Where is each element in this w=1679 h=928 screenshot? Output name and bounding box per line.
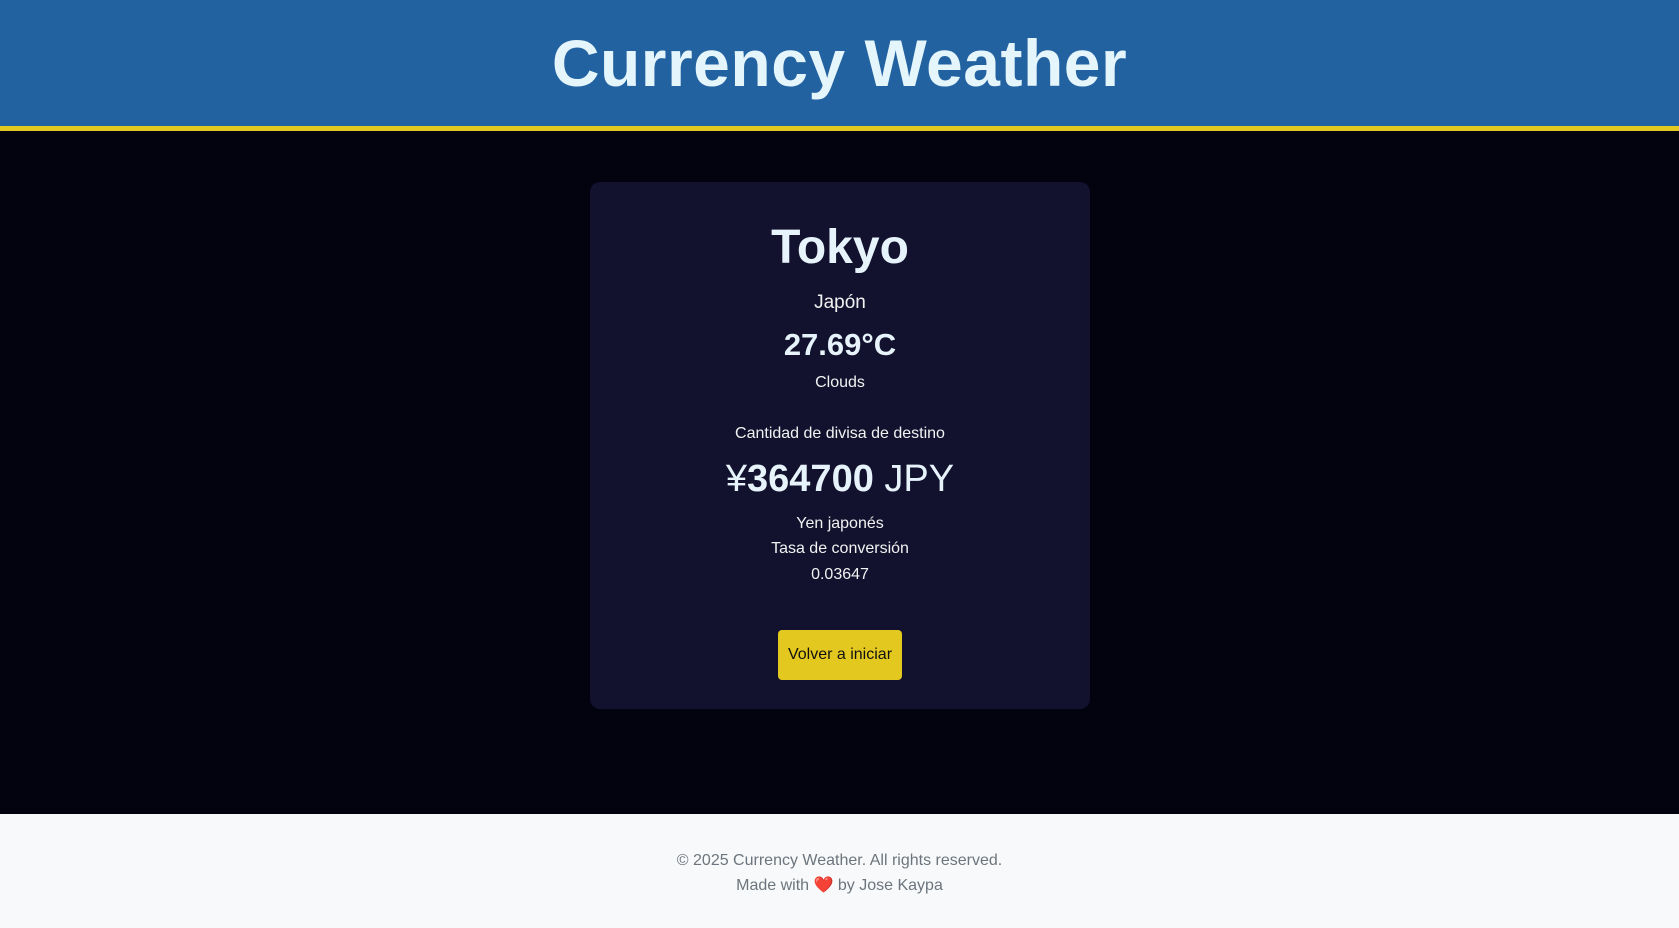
temperature: 27.69°C	[783, 327, 897, 362]
conversion-rate-value: 0.03647	[811, 566, 869, 583]
heart-icon: ❤️	[813, 877, 834, 894]
conversion-rate-label: Tasa de conversión	[771, 540, 909, 557]
city-name: Tokyo	[771, 221, 909, 274]
amount-value: 364700	[747, 458, 874, 500]
country-name: Japón	[814, 292, 866, 313]
site-header: Currency Weather	[0, 0, 1679, 131]
made-with-prefix: Made with	[736, 877, 810, 894]
main-content: Tokyo Japón 27.69°C Clouds Cantidad de d…	[0, 131, 1679, 814]
site-title: Currency Weather	[551, 26, 1128, 100]
restart-button[interactable]: Volver a iniciar	[778, 630, 902, 680]
converted-amount: ¥364700 JPY	[590, 458, 1090, 501]
made-with-line: Made with ❤️ by Jose Kaypa	[0, 873, 1679, 898]
currency-name: Yen japonés	[796, 515, 884, 532]
weather-description: Clouds	[815, 374, 865, 391]
copyright-text: © 2025 Currency Weather. All rights rese…	[676, 852, 1003, 869]
result-card: Tokyo Japón 27.69°C Clouds Cantidad de d…	[590, 182, 1090, 709]
amount-label: Cantidad de divisa de destino	[735, 425, 945, 442]
site-footer: © 2025 Currency Weather. All rights rese…	[0, 814, 1679, 928]
currency-code: JPY	[884, 458, 955, 500]
currency-symbol: ¥	[725, 458, 748, 500]
made-with-suffix: by Jose Kaypa	[837, 877, 943, 894]
